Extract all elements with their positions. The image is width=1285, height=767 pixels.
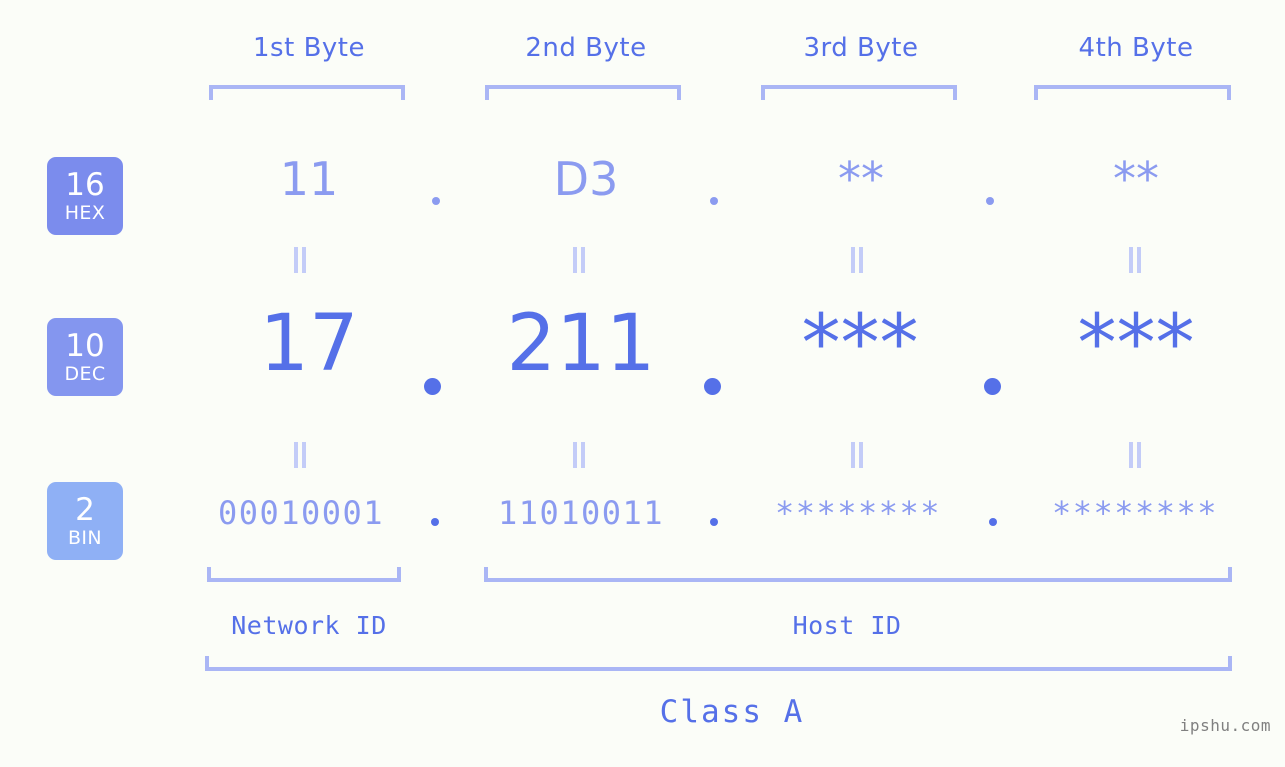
base-badge-bin-number: 2 [75,491,95,528]
base-badge-hex-number: 16 [65,166,105,203]
base-badge-bin: 2 BIN [47,482,123,560]
hex-byte-4: ** [1113,152,1159,206]
dec-separator-1 [424,378,441,395]
hex-separator-1 [432,197,440,205]
byte-bracket-3 [761,85,957,100]
equality-connector-dec-bin-4 [1129,442,1143,468]
bin-separator-3 [989,518,997,526]
byte-bracket-2 [485,85,681,100]
base-badge-dec-number: 10 [65,327,105,364]
equality-connector-dec-bin-3 [851,442,865,468]
dec-separator-2 [704,378,721,395]
bin-byte-1: 00010001 [217,494,385,532]
dec-byte-2: 211 [506,299,656,389]
hex-byte-2: D3 [553,152,619,206]
base-badge-bin-abbr: BIN [67,526,103,549]
equality-connector-dec-bin-1 [294,442,308,468]
bin-byte-3: ******** [774,494,942,532]
dec-byte-3: *** [801,299,919,389]
hex-byte-3: ** [838,152,884,206]
class-bracket [205,656,1232,671]
base-badge-dec: 10 DEC [47,318,123,396]
byte-bracket-1 [209,85,405,100]
equality-connector-hex-dec-2 [573,247,587,273]
hex-separator-3 [986,197,994,205]
dec-separator-3 [984,378,1001,395]
byte-header-3: 3rd Byte [803,33,919,63]
hex-separator-2 [710,197,718,205]
network-id-bracket [207,567,401,582]
equality-connector-hex-dec-4 [1129,247,1143,273]
base-badge-hex-abbr: HEX [64,201,106,224]
host-id-bracket [484,567,1232,582]
bin-byte-4: ******** [1051,494,1219,532]
byte-header-2: 2nd Byte [525,33,647,63]
ip-address-breakdown-diagram: 1st Byte 2nd Byte 3rd Byte 4th Byte 16 H… [0,0,1285,767]
bin-byte-2: 11010011 [497,494,665,532]
bin-separator-2 [710,518,718,526]
class-label: Class A [659,694,805,730]
bin-separator-1 [431,518,439,526]
base-badge-dec-abbr: DEC [64,362,106,385]
host-id-label: Host ID [792,611,902,640]
equality-connector-dec-bin-2 [573,442,587,468]
dec-byte-4: *** [1077,299,1195,389]
hex-byte-1: 11 [279,152,339,206]
dec-byte-1: 17 [259,299,359,389]
byte-header-1: 1st Byte [253,33,365,63]
byte-header-4: 4th Byte [1078,33,1194,63]
byte-bracket-4 [1034,85,1231,100]
watermark: ipshu.com [1179,716,1271,735]
equality-connector-hex-dec-3 [851,247,865,273]
equality-connector-hex-dec-1 [294,247,308,273]
network-id-label: Network ID [231,611,387,640]
base-badge-hex: 16 HEX [47,157,123,235]
